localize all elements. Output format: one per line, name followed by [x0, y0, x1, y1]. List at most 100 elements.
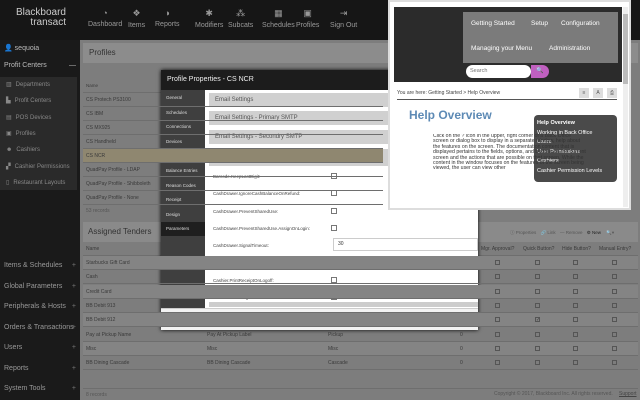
profile-row[interactable]: CS Handheld	[83, 135, 383, 149]
sidebar-item-restaurant-layouts[interactable]: ▯ Restaurant Layouts	[6, 179, 65, 186]
sidebar-item-departments[interactable]: ▥ Departments	[6, 81, 50, 88]
sidebar-item-profit-centers[interactable]: ▙ Profit Centers	[6, 97, 51, 104]
nav-dashboard[interactable]: ◔ Dashboard	[88, 8, 122, 28]
link-button[interactable]: 🔗 Link	[541, 230, 556, 235]
hide-button-checkbox[interactable]	[573, 302, 578, 308]
mgr-approval-checkbox[interactable]	[495, 302, 500, 308]
manual-entry-checkbox[interactable]	[612, 274, 617, 280]
profile-row[interactable]: CS MX925	[83, 121, 383, 135]
profile-row[interactable]: QuadPay Profile - None	[83, 191, 383, 205]
sidebar-item-pos-devices[interactable]: ▤ POS Devices	[6, 114, 51, 121]
mgr-approval-checkbox[interactable]	[495, 331, 500, 337]
manual-entry-checkbox[interactable]	[612, 288, 617, 294]
help-menu-managing-menu[interactable]: Managing your Menu	[471, 45, 532, 52]
remove-button[interactable]: — Remove	[560, 230, 583, 235]
sidebar-group-items-schedules[interactable]: Items & Schedules +	[4, 262, 76, 269]
tender-row[interactable]: Pay at Pickup Name Pay At Pickup Label Pic…	[83, 328, 638, 342]
nav-sign-out[interactable]: ⇥ Sign Out	[330, 8, 357, 29]
sidebar-item-cashiers[interactable]: ☻ Cashiers	[6, 147, 40, 153]
nav-reports[interactable]: ◑ Reports	[155, 8, 180, 28]
signal-timeout-input[interactable]: 30	[333, 238, 478, 252]
help-menu-configuration[interactable]: Configuration	[561, 20, 600, 27]
hide-button-checkbox[interactable]	[573, 288, 578, 294]
manual-entry-checkbox[interactable]	[612, 360, 617, 366]
quick-button-checkbox[interactable]	[535, 274, 540, 280]
manual-entry-checkbox[interactable]	[612, 345, 617, 351]
sidebar-group-users[interactable]: Users +	[4, 344, 76, 351]
profile-row[interactable]: CS NCR	[83, 149, 383, 163]
profile-row[interactable]: CS Protech PS3100	[83, 93, 383, 107]
hide-button-checkbox[interactable]	[573, 360, 578, 366]
sidebar-item-cashier-permissions[interactable]: ▞ Cashier Permissions	[6, 163, 70, 170]
tender-row[interactable]: Cash	[83, 270, 638, 285]
tender-row[interactable]: BB Dining Cascade BB Dining Cascade Cascad…	[83, 356, 638, 371]
properties-button[interactable]: ⓘ Properties	[510, 230, 536, 235]
help-menu-administration[interactable]: Administration	[549, 45, 590, 52]
support-link[interactable]: Support	[619, 391, 637, 397]
sidebar-section-profit-centers[interactable]: Profit Centers —	[4, 62, 76, 69]
dialog-nav-parameters[interactable]: Parameters	[161, 222, 205, 237]
sidebar-group-system-tools[interactable]: System Tools +	[4, 385, 76, 392]
manual-entry-checkbox[interactable]	[612, 302, 617, 308]
tender-row[interactable]: Misc Misc Misc 0	[83, 341, 638, 356]
profile-row[interactable]: QuadPay Profile - LDAP	[83, 163, 383, 177]
manual-entry-checkbox[interactable]	[612, 317, 617, 323]
nav-subcats[interactable]: ⁂ Subcats	[228, 8, 253, 29]
tender-row[interactable]: BB Debit 913	[83, 299, 638, 313]
sidebar-group-reports[interactable]: Reports +	[4, 365, 76, 372]
help-menu-getting-started[interactable]: Getting Started	[471, 20, 515, 27]
quick-button-checkbox[interactable]	[535, 345, 540, 351]
nav-schedules[interactable]: ▦ Schedules	[262, 8, 295, 29]
mgr-approval-checkbox[interactable]	[495, 345, 500, 351]
font-size-icon[interactable]: A	[593, 88, 603, 98]
nav-items[interactable]: ❖ Items	[128, 8, 145, 29]
hide-button-checkbox[interactable]	[573, 345, 578, 351]
nav-modifiers[interactable]: ✱ Modifiers	[195, 8, 223, 29]
search-icon[interactable]: 🔍	[531, 65, 549, 78]
quick-button-checkbox[interactable]	[535, 288, 540, 294]
search-icon[interactable]: 🔍▾	[606, 230, 614, 235]
help-menu-setup[interactable]: Setup	[531, 20, 548, 27]
sidebar-group-peripherals-hosts[interactable]: Peripherals & Hosts +	[4, 303, 76, 310]
profile-row[interactable]: QuadPay Profile - Shibboleth	[83, 177, 383, 191]
hide-button-checkbox[interactable]	[573, 274, 578, 280]
mgr-approval-checkbox[interactable]	[495, 274, 500, 280]
new-button[interactable]: ⚙ New	[587, 230, 601, 235]
logo[interactable]: Blackboard transact	[8, 8, 66, 28]
quick-button-checkbox[interactable]	[535, 302, 540, 308]
hide-button-checkbox[interactable]	[573, 331, 578, 337]
col-quick-button[interactable]: Quick Button?	[523, 242, 554, 256]
field-checkbox[interactable]	[331, 224, 337, 231]
col-hide-button[interactable]: Hide Button?	[562, 242, 591, 256]
mgr-approval-checkbox[interactable]	[495, 360, 500, 366]
help-search-input[interactable]	[466, 65, 531, 78]
quick-button-checkbox[interactable]	[535, 331, 540, 337]
mgr-approval-checkbox[interactable]	[495, 260, 500, 265]
profile-row[interactable]: CS IBM	[83, 107, 383, 121]
manual-entry-checkbox[interactable]	[612, 331, 617, 337]
col-mgr-approval[interactable]: Mgr. Approval?	[481, 242, 514, 256]
nav-profiles[interactable]: ▣ Profiles	[296, 8, 319, 29]
col-name[interactable]: Name	[86, 242, 99, 256]
tender-row[interactable]: Starbucks Gift Card	[83, 256, 638, 270]
hide-button-checkbox[interactable]	[573, 317, 578, 323]
sidebar-group-global-parameters[interactable]: Global Parameters +	[4, 283, 76, 290]
toc-icon[interactable]: ≡	[579, 88, 589, 98]
tender-row[interactable]: BB Debit 912 ✓	[83, 313, 638, 328]
quick-button-checkbox[interactable]: ✓	[535, 317, 540, 323]
quick-button-checkbox[interactable]	[535, 260, 540, 265]
tender-row[interactable]: Credit Card	[83, 284, 638, 299]
toc-link[interactable]: Help Overview	[537, 119, 614, 129]
mgr-approval-checkbox[interactable]	[495, 317, 500, 323]
sidebar-group-orders-transactions[interactable]: Orders & Transactions +	[4, 324, 76, 331]
sidebar-item-profiles[interactable]: ▣ Profiles	[6, 130, 36, 137]
quick-button-checkbox[interactable]	[535, 360, 540, 366]
help-scroll-thumb[interactable]	[623, 14, 628, 84]
user-name[interactable]: 👤 sequoia	[4, 44, 39, 52]
field-checkbox[interactable]	[331, 207, 337, 214]
print-icon[interactable]: ⎙	[607, 88, 617, 98]
col-manual-entry[interactable]: Manual Entry?	[599, 242, 631, 256]
dialog-nav-design[interactable]: Design	[166, 212, 180, 217]
hide-button-checkbox[interactable]	[573, 260, 578, 265]
manual-entry-checkbox[interactable]	[612, 260, 617, 265]
